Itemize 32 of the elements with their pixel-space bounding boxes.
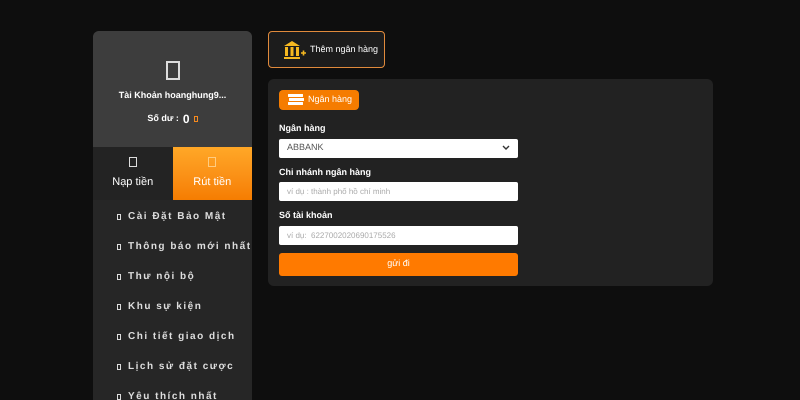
empty-square-icon — [117, 394, 121, 400]
bank-plus-icon — [283, 40, 307, 60]
account-name: Tài Khoản hoanghung9... — [118, 89, 226, 102]
menu-item[interactable]: Lịch sử đặt cược — [117, 360, 252, 373]
menu-item[interactable]: Thông báo mới nhất — [117, 240, 252, 253]
empty-square-icon — [194, 116, 198, 122]
balance-value: 0 — [182, 110, 190, 128]
empty-square-icon — [117, 214, 121, 220]
balance-label: Số dư : — [147, 112, 179, 125]
empty-square-icon — [117, 334, 121, 340]
empty-square-icon — [117, 304, 121, 310]
card-stack-icon — [288, 94, 304, 106]
input-field[interactable]: ví dụ: 6227002020690175526 — [279, 226, 518, 244]
menu-item[interactable]: Khu sự kiện — [117, 300, 252, 313]
empty-square-icon — [117, 364, 121, 370]
field-label: Chi nhánh ngân hàng — [279, 166, 372, 179]
empty-square-icon — [117, 274, 121, 280]
input-field[interactable]: ví dụ : thành phố hồ chí minh — [279, 182, 518, 201]
menu-item[interactable]: Thư nội bộ — [117, 270, 252, 283]
field-label: Số tài khoản — [279, 209, 334, 222]
menu-item[interactable]: Yêu thích nhất — [117, 390, 252, 400]
empty-square-icon — [208, 156, 216, 167]
add-bank-button[interactable]: Thêm ngân hàng — [268, 31, 385, 68]
menu-item[interactable]: Cài Đặt Bảo Mật — [117, 210, 252, 223]
empty-square-icon — [117, 244, 121, 250]
field-label: Ngân hàng — [279, 122, 326, 135]
chevron-down-icon — [502, 145, 510, 151]
empty-square-icon — [128, 156, 137, 167]
section-tag: Ngân hàng — [279, 90, 359, 110]
bank-select[interactable]: ABBANK — [279, 138, 518, 158]
menu-item[interactable]: Chi tiết giao dịch — [117, 330, 252, 343]
empty-square-icon — [166, 61, 180, 80]
